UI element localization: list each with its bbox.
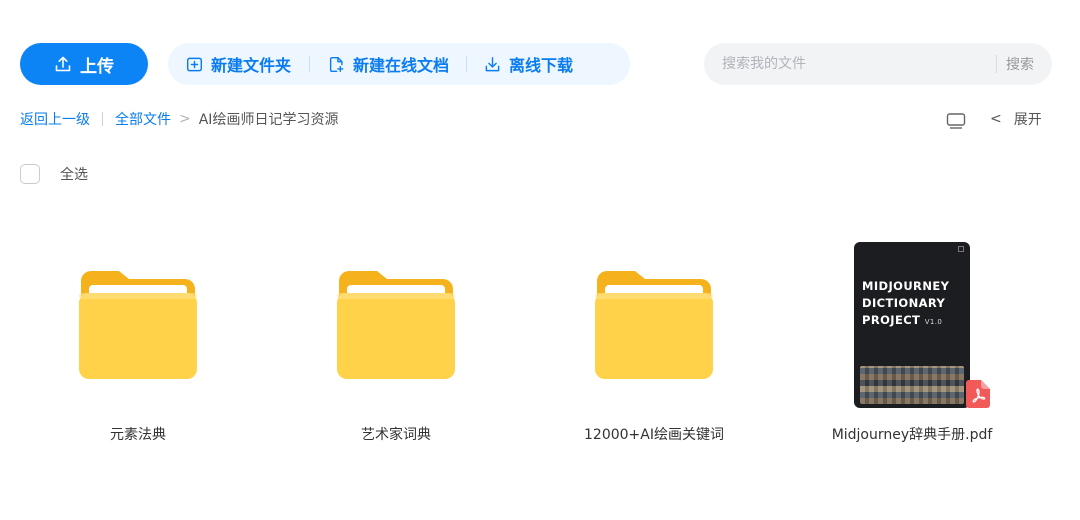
pdf-cover-title: MIDJOURNEY DICTIONARY PROJECT V1.0 [862, 278, 949, 331]
offline-download-label: 离线下载 [509, 56, 574, 75]
search-box: 搜索 [704, 43, 1052, 85]
cover-version: V1.0 [924, 318, 943, 326]
cover-title-line: DICTIONARY [862, 296, 946, 310]
file-item[interactable]: 元素法典 [28, 240, 248, 460]
new-folder-label: 新建文件夹 [211, 56, 292, 75]
all-files-link[interactable]: 全部文件 [115, 109, 171, 129]
file-item[interactable]: MIDJOURNEY DICTIONARY PROJECT V1.0 Midjo… [802, 240, 1022, 460]
file-name[interactable]: 12000+AI绘画关键词 [584, 424, 724, 444]
breadcrumb-divider [102, 112, 103, 126]
select-all[interactable]: 全选 [20, 164, 88, 184]
upload-label: 上传 [80, 56, 114, 77]
upload-button[interactable]: 上传 [20, 43, 148, 85]
toolbar-divider [466, 56, 468, 72]
folder-icon [595, 271, 713, 379]
back-link[interactable]: 返回上一级 [20, 109, 90, 129]
toolbar-divider [309, 56, 311, 72]
file-name[interactable]: 艺术家词典 [361, 424, 431, 444]
folder-icon [79, 271, 197, 379]
search-divider [996, 55, 997, 73]
new-folder-icon [186, 57, 203, 71]
new-online-doc-button[interactable]: 新建在线文档 [328, 52, 449, 76]
new-doc-icon [329, 56, 344, 72]
cover-corner-mark [958, 246, 964, 252]
file-name[interactable]: Midjourney辞典手册.pdf [832, 424, 993, 444]
pdf-icon [966, 380, 990, 408]
cover-image-strip [860, 366, 964, 404]
select-all-checkbox[interactable] [20, 164, 40, 184]
breadcrumb-arrow: > [179, 111, 191, 127]
new-folder-button[interactable]: 新建文件夹 [186, 52, 291, 76]
pdf-cover: MIDJOURNEY DICTIONARY PROJECT V1.0 [854, 242, 970, 408]
folder-icon [337, 271, 455, 379]
upload-icon [55, 56, 71, 72]
file-name[interactable]: 元素法典 [110, 424, 166, 444]
new-doc-label: 新建在线文档 [353, 56, 450, 75]
cover-title-line: MIDJOURNEY [862, 279, 950, 293]
chevron-left-icon: < [990, 111, 1002, 127]
file-item[interactable]: 艺术家词典 [286, 240, 506, 460]
offline-download-button[interactable]: 离线下载 [484, 52, 573, 76]
folder-thumbnail [316, 240, 476, 410]
select-all-label: 全选 [60, 167, 88, 183]
expand-label: 展开 [1013, 112, 1042, 128]
breadcrumb-current: AI绘画师日记学习资源 [198, 112, 339, 128]
cover-title-line: PROJECT [862, 313, 921, 327]
view-mode-icon[interactable] [946, 112, 966, 130]
search-input[interactable] [722, 56, 992, 72]
expand-button[interactable]: < 展开 [990, 109, 1042, 129]
search-button[interactable]: 搜索 [1006, 54, 1034, 74]
breadcrumb: 返回上一级 全部文件 > AI绘画师日记学习资源 [20, 109, 338, 129]
file-item[interactable]: 12000+AI绘画关键词 [544, 240, 764, 460]
download-icon [485, 56, 500, 71]
folder-thumbnail [574, 240, 734, 410]
folder-thumbnail [58, 240, 218, 410]
action-toolbar: 新建文件夹 新建在线文档 离线下载 [168, 43, 630, 85]
pdf-thumbnail: MIDJOURNEY DICTIONARY PROJECT V1.0 [832, 240, 992, 410]
